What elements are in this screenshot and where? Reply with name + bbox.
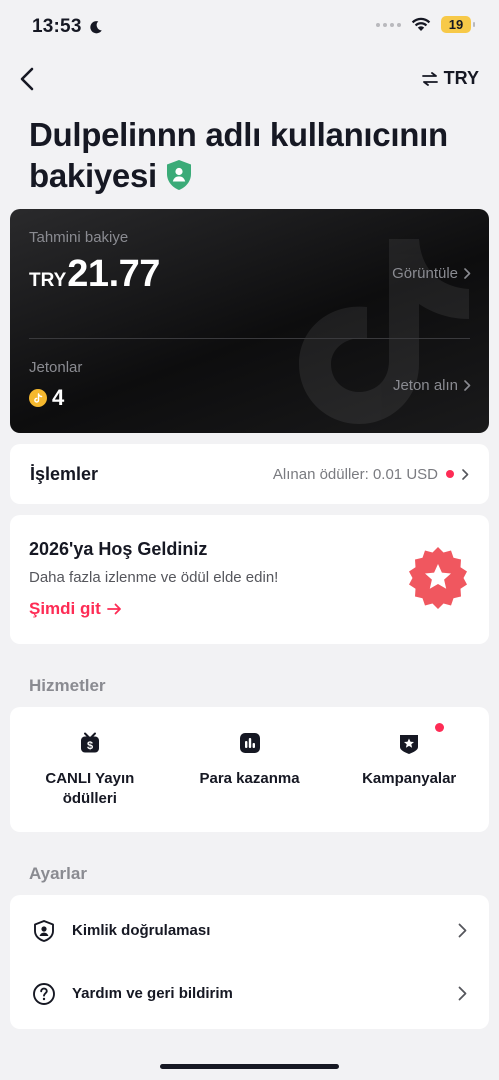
- verified-shield-icon: [166, 160, 191, 190]
- get-coins-link[interactable]: Jeton alın: [393, 377, 471, 394]
- settings-item-label: Yardım ve geri bildirim: [72, 985, 233, 1002]
- service-monetization[interactable]: Para kazanma: [170, 707, 330, 832]
- services-section-label: Hizmetler: [29, 676, 106, 695]
- balance-currency: TRY: [29, 270, 67, 291]
- home-indicator[interactable]: [160, 1064, 339, 1069]
- transactions-row[interactable]: İşlemler Alınan ödüller: 0.01 USD: [10, 444, 489, 504]
- back-arrow-icon[interactable]: [18, 66, 38, 92]
- chevron-right-icon: [458, 986, 467, 1001]
- notification-dot: [435, 723, 445, 732]
- arrow-right-icon: [106, 603, 121, 615]
- promo-card[interactable]: 2026'ya Hoş Geldiniz Daha fazla izlenme …: [10, 515, 489, 644]
- coin-icon: [29, 389, 47, 407]
- service-label: Kampanyalar: [362, 770, 457, 787]
- service-label: Para kazanma: [199, 770, 300, 787]
- campaign-badge-icon: [400, 735, 419, 754]
- notification-dot: [446, 470, 454, 478]
- chevron-right-icon: [462, 468, 469, 480]
- balance-label: Tahmini bakiye: [29, 229, 129, 246]
- status-time: 13:53: [32, 16, 103, 38]
- balance-value: 21.77: [67, 253, 160, 295]
- service-live-rewards[interactable]: $ CANLI Yayın ödülleri: [10, 707, 170, 832]
- tiktok-logo-watermark: [299, 239, 469, 424]
- settings-item-identity[interactable]: Kimlik doğrulaması: [10, 899, 489, 962]
- star-badge-icon: [409, 547, 467, 609]
- services-card: $ CANLI Yayın ödülleri Para kazanma Kamp…: [10, 707, 489, 832]
- swap-icon: [421, 71, 438, 86]
- promo-cta-link[interactable]: Şimdi git: [29, 599, 122, 619]
- settings-item-label: Kimlik doğrulaması: [72, 922, 211, 939]
- status-indicators: 19: [376, 16, 475, 33]
- settings-item-help[interactable]: Yardım ve geri bildirim: [10, 962, 489, 1025]
- battery-icon: 19: [441, 16, 475, 33]
- balance-amount: TRY 21.77: [29, 253, 160, 296]
- transactions-summary: Alınan ödüller: 0.01 USD: [273, 466, 469, 483]
- currency-switch-button[interactable]: TRY: [421, 68, 479, 89]
- view-balance-link[interactable]: Görüntüle: [392, 265, 471, 282]
- signal-icon: [376, 22, 401, 27]
- help-icon: [33, 982, 55, 1005]
- promo-title: 2026'ya Hoş Geldiniz: [29, 539, 208, 559]
- shield-user-icon: [34, 919, 54, 942]
- chevron-right-icon: [458, 923, 467, 938]
- chart-icon: [239, 733, 260, 753]
- balance-card: Tahmini bakiye TRY 21.77 Görüntüle Jeton…: [10, 209, 489, 433]
- moon-icon: [89, 20, 102, 33]
- divider: [29, 338, 470, 339]
- promo-subtitle: Daha fazla izlenme ve ödül elde edin!: [29, 569, 279, 586]
- chevron-right-icon: [464, 268, 471, 279]
- svg-text:$: $: [87, 740, 93, 752]
- service-label: CANLI Yayın ödülleri: [45, 770, 135, 807]
- transactions-title: İşlemler: [30, 463, 99, 484]
- settings-card: Kimlik doğrulaması Yardım ve geri bildir…: [10, 895, 489, 1029]
- coins-label: Jetonlar: [29, 359, 83, 376]
- service-campaigns[interactable]: Kampanyalar: [329, 707, 489, 832]
- settings-section-label: Ayarlar: [29, 864, 87, 883]
- coins-value: 4: [29, 385, 64, 411]
- wifi-icon: [411, 17, 431, 31]
- chevron-right-icon: [464, 380, 471, 391]
- page-title: Dulpelinnn adlı kullanıcının bakiyesi: [29, 116, 448, 194]
- live-reward-icon: $: [80, 732, 99, 753]
